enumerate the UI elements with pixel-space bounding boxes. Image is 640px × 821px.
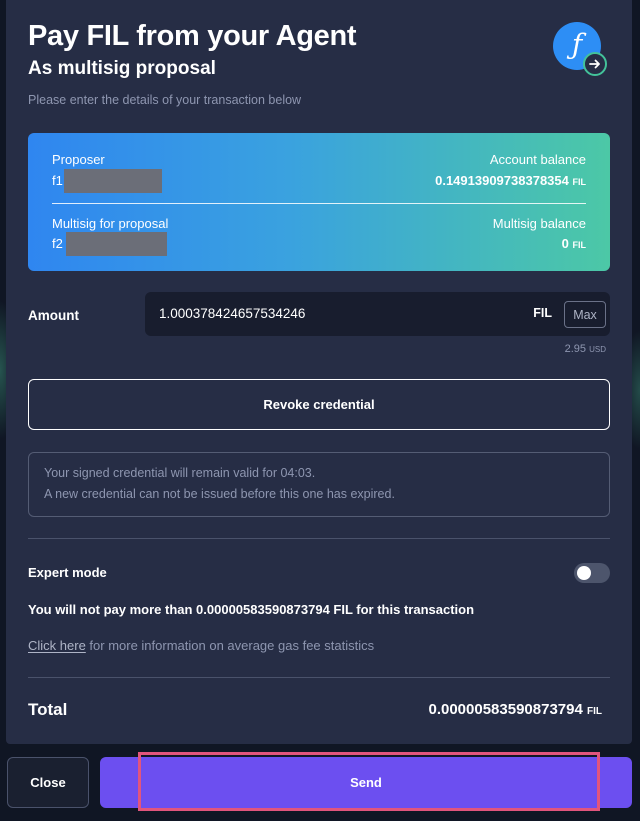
close-button[interactable]: Close [7, 757, 89, 808]
account-balance-label: Account balance [489, 152, 586, 167]
proposer-address: f1 [52, 173, 63, 188]
modal-title: Pay FIL from your Agent [28, 20, 357, 52]
card-divider [52, 203, 586, 204]
usd-equivalent: 2.95 USD [564, 343, 606, 355]
expert-mode-toggle[interactable] [574, 563, 610, 583]
transaction-info-card: Proposer f1 Account balance 0.1491390973… [28, 133, 610, 271]
account-balance-value: 0.14913909738378354 FIL [435, 173, 586, 188]
modal-instructions: Please enter the details of your transac… [28, 93, 302, 107]
multisig-balance-label: Multisig balance [492, 216, 586, 231]
total-label: Total [28, 700, 68, 719]
multisig-label: Multisig for proposal [52, 216, 169, 231]
gas-info-text: Click here for more information on avera… [28, 638, 374, 653]
max-button[interactable]: Max [564, 301, 606, 328]
multisig-balance-value: 0 FIL [561, 236, 586, 251]
modal-subtitle: As multisig proposal [28, 58, 216, 79]
amount-value[interactable]: 1.000378424657534246 [159, 306, 305, 321]
credential-notice: Your signed credential will remain valid… [28, 452, 610, 517]
redacted-multisig-address [66, 232, 167, 256]
expert-mode-label: Expert mode [28, 565, 107, 580]
send-button[interactable]: Send [100, 757, 632, 808]
gas-info-suffix: for more information on average gas fee … [85, 638, 375, 653]
toggle-knob [577, 566, 591, 580]
proposer-label: Proposer [52, 152, 105, 167]
gas-stats-link[interactable]: Click here [28, 638, 86, 653]
amount-unit: FIL [533, 306, 552, 320]
section-divider [28, 538, 610, 539]
amount-input[interactable]: 1.000378424657534246 FIL Max [145, 292, 610, 336]
redacted-proposer-address [64, 169, 162, 193]
notice-line-1: Your signed credential will remain valid… [44, 466, 316, 480]
amount-label: Amount [28, 308, 79, 323]
section-divider [28, 677, 610, 678]
notice-line-2: A new credential can not be issued befor… [44, 487, 395, 501]
revoke-credential-button[interactable]: Revoke credential [28, 379, 610, 430]
arrow-right-icon [583, 52, 607, 76]
gas-limit-text: You will not pay more than 0.00000583590… [28, 602, 475, 617]
pay-fil-modal: Pay FIL from your Agent As multisig prop… [6, 0, 632, 744]
multisig-address: f2 [52, 236, 63, 251]
total-value: 0.00000583590873794 FIL [428, 701, 602, 718]
